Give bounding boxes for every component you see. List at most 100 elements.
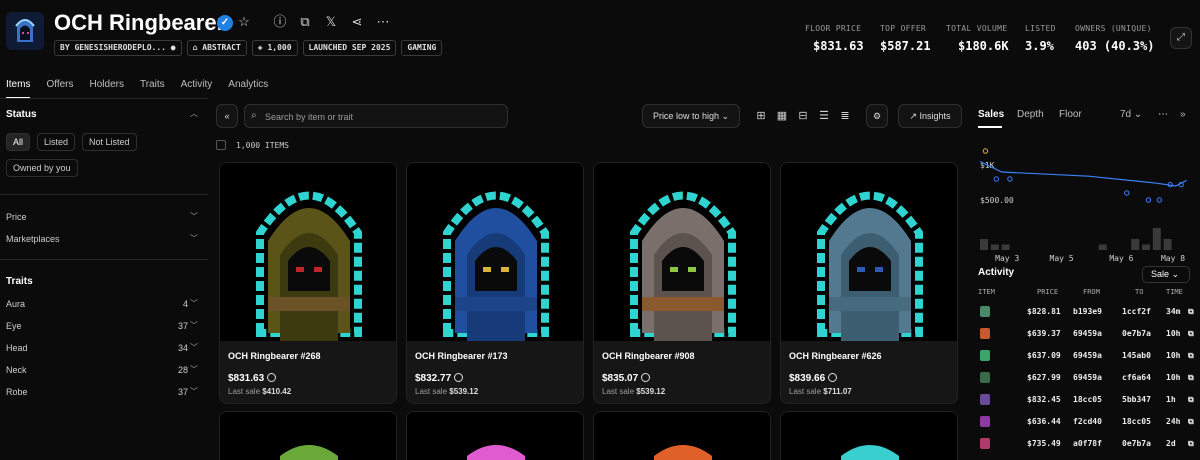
sale-point — [993, 176, 1000, 182]
activity-to[interactable]: 0e7b7a — [1122, 439, 1151, 448]
status-pill-not-listed[interactable]: Not Listed — [82, 133, 137, 151]
activity-header-to: TO — [1135, 288, 1144, 296]
activity-to[interactable]: 0e7b7a — [1122, 329, 1151, 338]
activity-item-thumbnail — [980, 306, 990, 317]
activity-from[interactable]: 69459a — [1073, 351, 1102, 360]
activity-from[interactable]: b193e9 — [1073, 307, 1102, 316]
list-view-icon[interactable]: ☰ — [817, 109, 831, 123]
activity-to[interactable]: cf6a64 — [1122, 373, 1151, 382]
activity-to[interactable]: 18cc05 — [1122, 417, 1151, 426]
nft-card[interactable]: OCH Ringbearer #626 $839.66 Last sale $711… — [780, 162, 958, 404]
filter-price[interactable]: Price ﹀ — [6, 212, 198, 226]
stat-top-offer: TOP OFFER $587.21 — [880, 24, 931, 53]
external-link-icon[interactable]: ⧉ — [1188, 417, 1194, 427]
search-box[interactable]: ⌕ — [244, 104, 508, 128]
nft-name: OCH Ringbearer #173 — [415, 351, 508, 361]
nft-card[interactable] — [219, 411, 397, 460]
activity-row[interactable]: $832.45 18cc05 5bb347 1h ⧉ — [976, 394, 1200, 408]
collapse-sidebar-icon[interactable]: « — [216, 104, 238, 128]
activity-to[interactable]: 5bb347 — [1122, 395, 1151, 404]
activity-filter-dropdown[interactable]: Sale ⌄ — [1142, 266, 1190, 283]
activity-row[interactable]: $735.49 a0f78f 0e7b7a 2d ⧉ — [976, 438, 1200, 452]
status-pill-listed[interactable]: Listed — [37, 133, 76, 151]
trait-aura[interactable]: Aura 4 ﹀ — [6, 299, 198, 313]
nft-last-sale: Last sale $539.12 — [602, 387, 666, 396]
category-chip[interactable]: GAMING — [401, 40, 443, 56]
stat-floor-price: FLOOR PRICE $831.63 — [805, 24, 864, 53]
tab-activity[interactable]: Activity — [181, 79, 213, 99]
info-icon[interactable]: ⓘ — [272, 14, 288, 30]
creator-chip[interactable]: BY GENESISHERODEPLO... ● — [54, 40, 182, 56]
nft-card[interactable]: OCH Ringbearer #268 $831.63 Last sale $410… — [219, 162, 397, 404]
external-link-icon[interactable]: ⧉ — [1188, 351, 1194, 361]
chevron-down-icon: ﹀ — [190, 387, 198, 396]
activity-header-time: TIME — [1166, 288, 1183, 296]
activity-item-thumbnail — [980, 350, 990, 361]
sort-dropdown[interactable]: Price low to high ⌄ — [642, 104, 740, 128]
external-link-icon[interactable]: ⧉ — [1188, 439, 1194, 449]
trait-robe[interactable]: Robe 37 ﹀ — [6, 387, 198, 401]
trait-head[interactable]: Head 34 ﹀ — [6, 343, 198, 357]
tab-holders[interactable]: Holders — [90, 79, 124, 99]
sale-point — [1007, 176, 1013, 182]
activity-from[interactable]: 69459a — [1073, 329, 1102, 338]
collapse-panel-icon[interactable]: » — [1180, 109, 1186, 120]
trait-eye[interactable]: Eye 37 ﹀ — [6, 321, 198, 335]
activity-row[interactable]: $637.09 69459a 145ab0 10h ⧉ — [976, 350, 1200, 364]
nft-image — [781, 412, 957, 460]
tab-sales[interactable]: Sales — [978, 109, 1004, 120]
copy-icon[interactable]: ⧉ — [297, 14, 313, 30]
nft-card[interactable] — [406, 411, 584, 460]
external-link-icon[interactable]: ⧉ — [1188, 329, 1194, 339]
verified-small-icon: ● — [170, 43, 176, 52]
table-view-icon[interactable]: ≣ — [838, 109, 852, 123]
favorite-star-icon[interactable]: ☆ — [236, 14, 252, 30]
status-collapse[interactable]: ︿ — [6, 109, 198, 123]
tab-floor[interactable]: Floor — [1059, 109, 1082, 120]
external-link-icon[interactable]: ⧉ — [1188, 395, 1194, 405]
activity-row[interactable]: $636.44 f2cd40 18cc05 24h ⧉ — [976, 416, 1200, 430]
trait-neck[interactable]: Neck 28 ﹀ — [6, 365, 198, 379]
insights-button[interactable]: ↗ Insights — [898, 104, 962, 128]
nft-card[interactable] — [780, 411, 958, 460]
chain-chip[interactable]: ⌂ ABSTRACT — [186, 40, 247, 56]
activity-from[interactable]: f2cd40 — [1073, 417, 1102, 426]
nft-card[interactable] — [593, 411, 771, 460]
select-all-checkbox[interactable] — [216, 140, 226, 150]
trend-line — [979, 160, 1187, 187]
more-options-icon[interactable]: ⋯ — [375, 14, 391, 30]
activity-to[interactable]: 145ab0 — [1122, 351, 1151, 360]
expand-icon[interactable]: ⤢ — [1170, 27, 1192, 49]
nft-card[interactable]: OCH Ringbearer #173 $832.77 Last sale $539… — [406, 162, 584, 404]
tab-depth[interactable]: Depth — [1017, 109, 1044, 120]
tab-items[interactable]: Items — [6, 79, 31, 99]
grid-large-view-icon[interactable]: ⊞ — [754, 109, 768, 123]
external-link-icon[interactable]: ⧉ — [1188, 373, 1194, 383]
activity-row[interactable]: $627.99 69459a cf6a64 10h ⧉ — [976, 372, 1200, 386]
range-dropdown[interactable]: 7d ⌄ — [1120, 109, 1142, 120]
activity-from[interactable]: a0f78f — [1073, 439, 1102, 448]
tab-offers[interactable]: Offers — [46, 79, 73, 99]
nft-last-sale: Last sale $410.42 — [228, 387, 292, 396]
status-pill-owned[interactable]: Owned by you — [6, 159, 78, 177]
more-options-icon[interactable]: ⋯ — [1158, 109, 1168, 120]
search-input[interactable] — [265, 110, 495, 124]
external-link-icon[interactable]: ⧉ — [1188, 307, 1194, 317]
tab-analytics[interactable]: Analytics — [228, 79, 268, 99]
status-pill-all[interactable]: All — [6, 133, 31, 151]
activity-from[interactable]: 69459a — [1073, 373, 1102, 382]
filter-marketplaces[interactable]: Marketplaces ﹀ — [6, 234, 198, 248]
activity-to[interactable]: 1ccf2f — [1122, 307, 1151, 316]
grid-medium-view-icon[interactable]: ▦ — [775, 109, 789, 123]
share-icon[interactable]: ⋖ — [349, 14, 365, 30]
tab-traits[interactable]: Traits — [140, 79, 165, 99]
nft-card[interactable]: OCH Ringbearer #908 $835.07 Last sale $539… — [593, 162, 771, 404]
activity-row[interactable]: $639.37 69459a 0e7b7a 10h ⧉ — [976, 328, 1200, 342]
activity-row[interactable]: $828.81 b193e9 1ccf2f 34m ⧉ — [976, 306, 1200, 320]
grid-small-view-icon[interactable]: ⊟ — [796, 109, 810, 123]
nft-name: OCH Ringbearer #908 — [602, 351, 695, 361]
settings-gear-icon[interactable]: ⚙ — [866, 104, 888, 128]
activity-time: 10h — [1166, 351, 1181, 360]
activity-from[interactable]: 18cc05 — [1073, 395, 1102, 404]
x-twitter-icon[interactable]: 𝕏 — [323, 14, 339, 30]
